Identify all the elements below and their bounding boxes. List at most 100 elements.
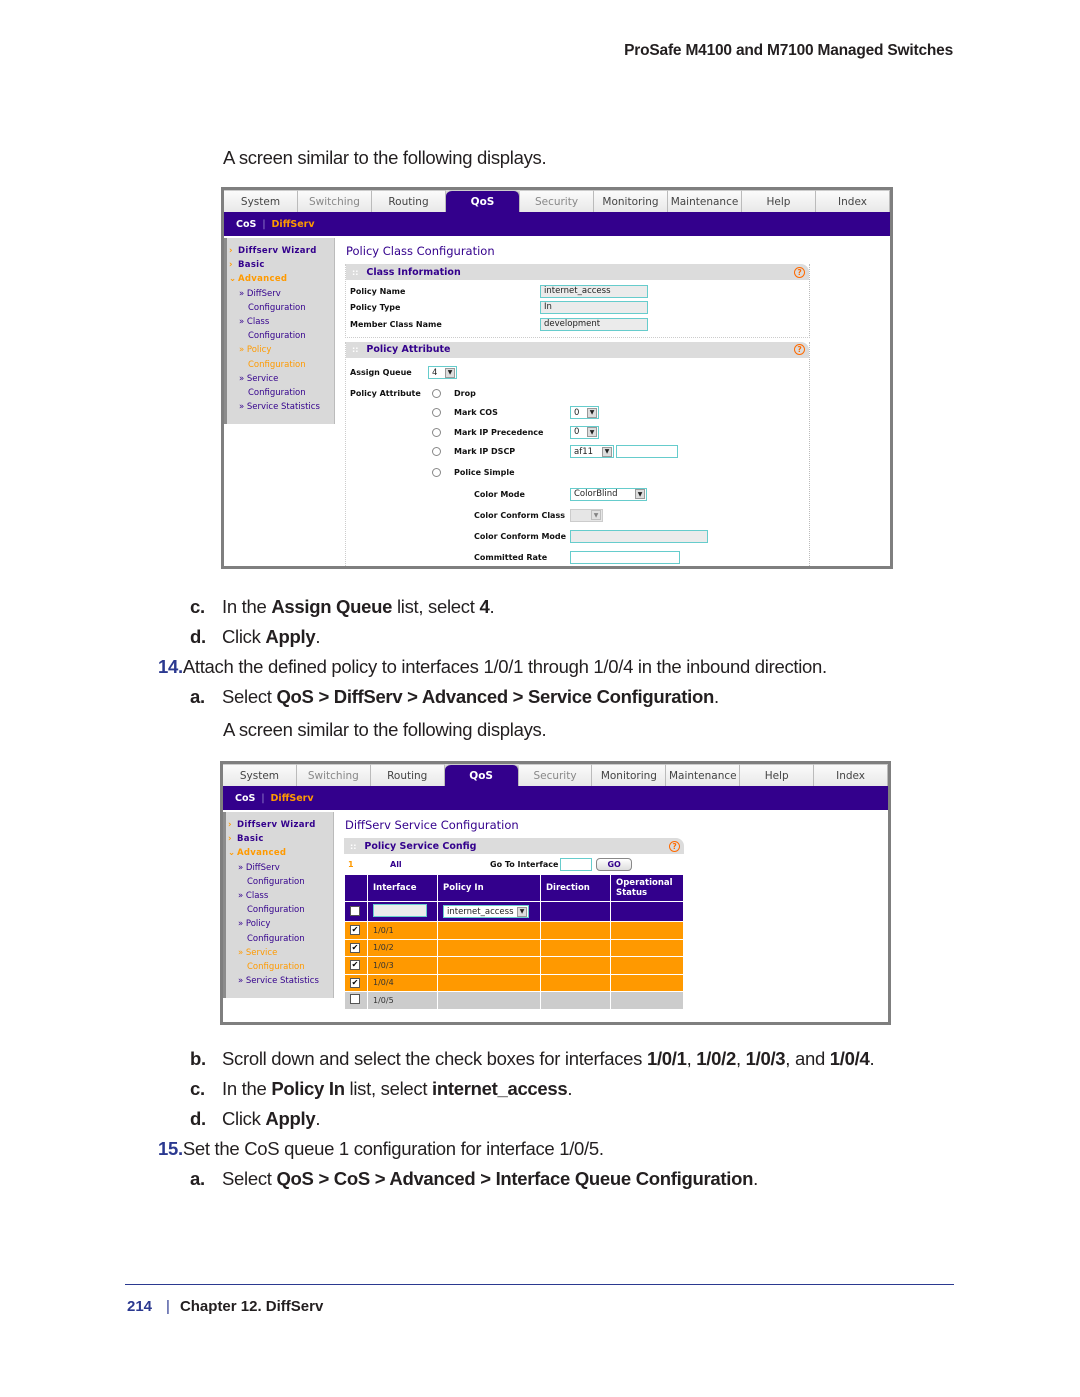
mark-cos-radio[interactable]	[432, 408, 441, 418]
class-information-section: :: Class Information ? Policy Name inter…	[345, 264, 810, 338]
mark-ip-precedence-select[interactable]: 0 ▼	[570, 425, 599, 439]
sidebar-item[interactable]: » DiffServ	[229, 287, 334, 301]
sidebar-item[interactable]: » Policy	[229, 343, 334, 357]
subnav-diffserv[interactable]: DiffServ	[271, 793, 314, 804]
sidebar-item[interactable]: Configuration	[228, 875, 333, 889]
sidebar-item[interactable]: ⌄ Advanced	[228, 846, 333, 860]
table-row[interactable]: ✔ 1/0/1	[344, 921, 684, 940]
sidebar-item[interactable]: » Class	[229, 315, 334, 329]
tab-system[interactable]: System	[223, 764, 297, 786]
tab-switching[interactable]: Switching	[296, 764, 371, 786]
row-checkbox[interactable]: ✔	[350, 977, 360, 988]
help-icon[interactable]: ?	[669, 840, 680, 852]
policy-name-label: Policy Name	[350, 286, 406, 296]
step-15: 15.Set the CoS queue 1 configuration for…	[158, 1138, 604, 1160]
mark-ip-dscp-input[interactable]	[616, 445, 678, 459]
sidebar-item[interactable]: » Service	[229, 372, 334, 386]
drop-radio[interactable]	[432, 388, 441, 398]
tab-index[interactable]: Index	[816, 190, 890, 212]
sidebar-item[interactable]: › Basic	[229, 258, 334, 272]
section-title: Class Information	[366, 266, 461, 278]
assign-queue-select[interactable]: 4 ▼	[428, 366, 457, 379]
row-checkbox[interactable]: ✔	[350, 942, 360, 953]
mark-ip-dscp-select[interactable]: af11 ▼	[570, 445, 614, 459]
tab-monitoring[interactable]: Monitoring	[592, 764, 667, 786]
sidebar-item[interactable]: » Service	[228, 946, 333, 960]
text: Set the CoS queue 1 configuration for in…	[182, 1138, 604, 1159]
sidebar-item-label: » Service	[238, 947, 278, 958]
tab-system[interactable]: System	[224, 190, 298, 212]
tab-index[interactable]: Index	[814, 764, 888, 786]
tab-monitoring[interactable]: Monitoring	[594, 190, 668, 212]
sidebar-item-label: Configuration	[247, 876, 305, 887]
sidebar-item-label: Advanced	[237, 848, 287, 859]
go-button[interactable]: GO	[596, 857, 632, 871]
sidebar-item[interactable]: Configuration	[228, 903, 333, 917]
subnav-diffserv[interactable]: DiffServ	[272, 219, 315, 230]
tab-help[interactable]: Help	[740, 764, 815, 786]
empty-cell	[540, 921, 611, 940]
police-simple-radio[interactable]	[432, 468, 441, 477]
tab-security[interactable]: Security	[520, 190, 594, 212]
policy-service-config-section: :: Policy Service Config ? 1 All Go To I…	[344, 838, 684, 1010]
row-checkbox[interactable]: ✔	[350, 925, 360, 936]
tab-switching[interactable]: Switching	[298, 190, 372, 212]
tab-help[interactable]: Help	[742, 190, 816, 212]
page-link-1[interactable]: 1	[344, 860, 390, 869]
page-link-all[interactable]: All	[390, 860, 490, 869]
color-conform-class-select[interactable]: ▼	[570, 508, 603, 522]
sidebar-item[interactable]: » DiffServ	[228, 861, 333, 875]
select-all-checkbox[interactable]	[350, 905, 360, 916]
sidebar-item[interactable]: » Service Statistics	[229, 400, 334, 414]
subnav-cos[interactable]: CoS	[236, 219, 256, 230]
column-header-select	[344, 874, 368, 902]
tab-security[interactable]: Security	[518, 764, 593, 786]
color-mode-select[interactable]: ColorBlind ▼	[570, 487, 647, 501]
subnav-cos[interactable]: CoS	[235, 793, 255, 804]
sidebar: › Diffserv Wizard › Basic ⌄ Advanced » DiffSer…	[224, 238, 335, 424]
sidebar-item[interactable]: » Class	[228, 889, 333, 903]
tab-routing[interactable]: Routing	[372, 190, 446, 212]
sidebar-item[interactable]: ⌄ Advanced	[229, 272, 334, 286]
dropdown-arrow-icon: ▼	[591, 510, 601, 520]
mark-ip-dscp-radio[interactable]	[432, 447, 441, 457]
tab-maintenance[interactable]: Maintenance	[668, 190, 742, 212]
sidebar-item[interactable]: › Diffserv Wizard	[228, 818, 333, 832]
subnav-separator: |	[262, 218, 266, 230]
row-checkbox[interactable]	[350, 994, 360, 1005]
sidebar-item[interactable]: Configuration	[229, 329, 334, 343]
sidebar-item[interactable]: › Basic	[228, 832, 333, 846]
sidebar-item[interactable]: Configuration	[229, 358, 334, 372]
text: list, select	[344, 1078, 433, 1099]
help-icon[interactable]: ?	[794, 266, 805, 278]
drop-label: Drop	[454, 388, 476, 398]
help-icon[interactable]: ?	[794, 344, 805, 355]
sidebar-item[interactable]: Configuration	[228, 932, 333, 946]
sidebar-item[interactable]: › Diffserv Wizard	[229, 244, 334, 258]
text: Select	[222, 1168, 277, 1189]
dropdown-arrow-icon: ▼	[602, 446, 612, 457]
table-row[interactable]: ✔ 1/0/2	[344, 938, 684, 957]
table-row[interactable]: 1/0/5	[344, 991, 684, 1010]
sidebar-item[interactable]: Configuration	[228, 960, 333, 974]
committed-rate-input[interactable]	[570, 550, 680, 564]
mark-ip-precedence-radio[interactable]	[432, 427, 441, 437]
interface-filter-input[interactable]	[373, 904, 427, 917]
tab-qos[interactable]: QoS	[446, 190, 520, 212]
sidebar-item[interactable]: » Policy	[228, 917, 333, 931]
row-checkbox[interactable]: ✔	[350, 960, 360, 971]
policy-in-select[interactable]: internet_access ▼	[443, 905, 529, 918]
table-row[interactable]: ✔ 1/0/3	[344, 956, 684, 975]
sidebar-item[interactable]: Configuration	[229, 301, 334, 315]
mark-cos-select[interactable]: 0 ▼	[570, 406, 599, 420]
goto-interface-input[interactable]	[560, 857, 593, 871]
table-row[interactable]: ✔ 1/0/4	[344, 973, 684, 992]
sidebar-item[interactable]: Configuration	[229, 386, 334, 400]
tab-qos[interactable]: QoS	[444, 764, 519, 786]
screenshot-service-config: System Switching Routing QoS Security Mo…	[220, 761, 891, 1025]
subnav-separator: |	[261, 792, 265, 804]
empty-cell	[610, 921, 684, 940]
tab-routing[interactable]: Routing	[370, 764, 445, 786]
tab-maintenance[interactable]: Maintenance	[666, 764, 741, 786]
sidebar-item[interactable]: » Service Statistics	[228, 974, 333, 988]
